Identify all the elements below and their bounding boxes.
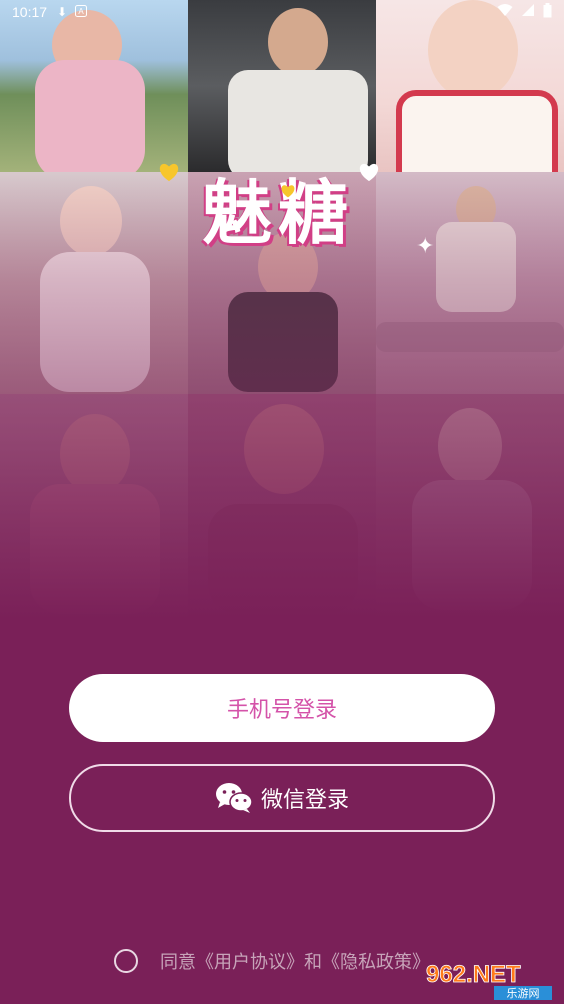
cellular-icon [521,3,535,21]
wechat-icon [215,783,253,813]
agree-prefix: 同意 [160,952,196,973]
app-logo: 魅糖 ✦ [148,163,434,259]
watermark-logo: 962.NET 乐游网 [422,956,558,1000]
wechat-login-button[interactable]: 微信登录 [69,764,495,832]
watermark-subtitle: 乐游网 [507,987,540,1000]
agreement-row: 同意 《用户协议》 和 《隐私政策》 [114,948,430,974]
heart-icon [281,185,295,198]
phone-login-button[interactable]: 手机号登录 [69,674,495,742]
svg-text:A: A [78,7,84,16]
agree-radio[interactable] [114,949,138,973]
app-notification-icon: A [75,4,88,20]
gradient-overlay [0,0,564,620]
sparkle-icon: ✦ [416,234,435,259]
agree-conjunction: 和 [304,952,322,973]
heart-icon [159,163,179,182]
user-agreement-link[interactable]: 《用户协议》 [196,948,304,974]
watermark-brand: 962.NET [426,961,521,988]
status-bar: 10:17 ⬇ A [0,0,564,24]
phone-login-label: 手机号登录 [226,698,337,723]
heart-icon [359,163,379,182]
status-time: 10:17 [12,4,48,20]
battery-icon [543,2,552,22]
wechat-login-label: 微信登录 [260,788,349,813]
wifi-icon [497,3,513,21]
download-icon: ⬇ [57,4,68,19]
privacy-policy-link[interactable]: 《隐私政策》 [322,948,430,974]
